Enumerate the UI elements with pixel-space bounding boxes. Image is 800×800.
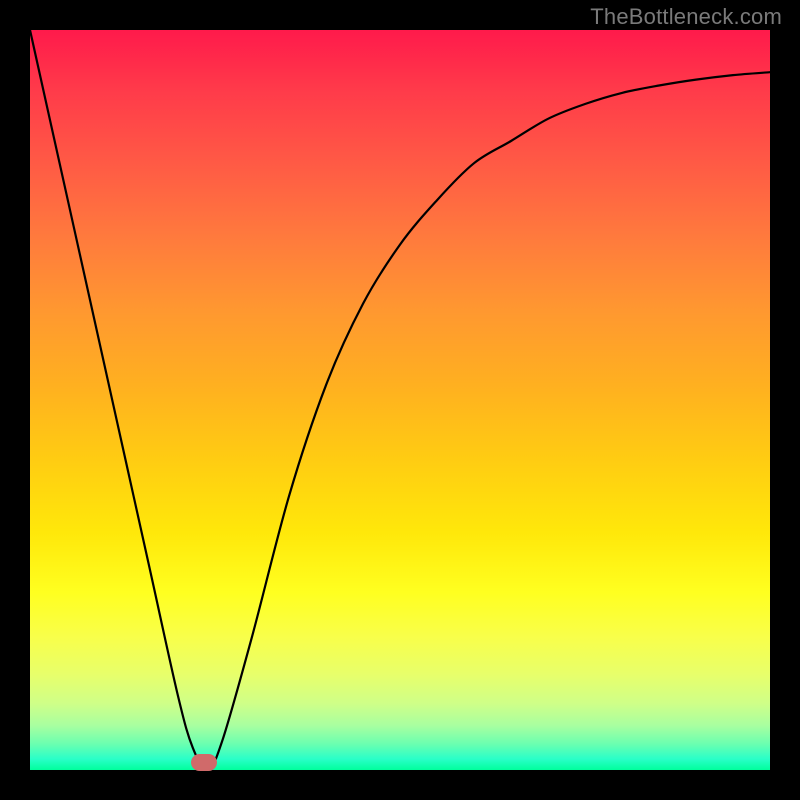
curve-svg <box>30 30 770 770</box>
watermark-text: TheBottleneck.com <box>590 4 782 30</box>
chart-frame: TheBottleneck.com <box>0 0 800 800</box>
trough-marker <box>191 754 218 770</box>
plot-area <box>30 30 770 770</box>
curve-path <box>30 30 770 770</box>
